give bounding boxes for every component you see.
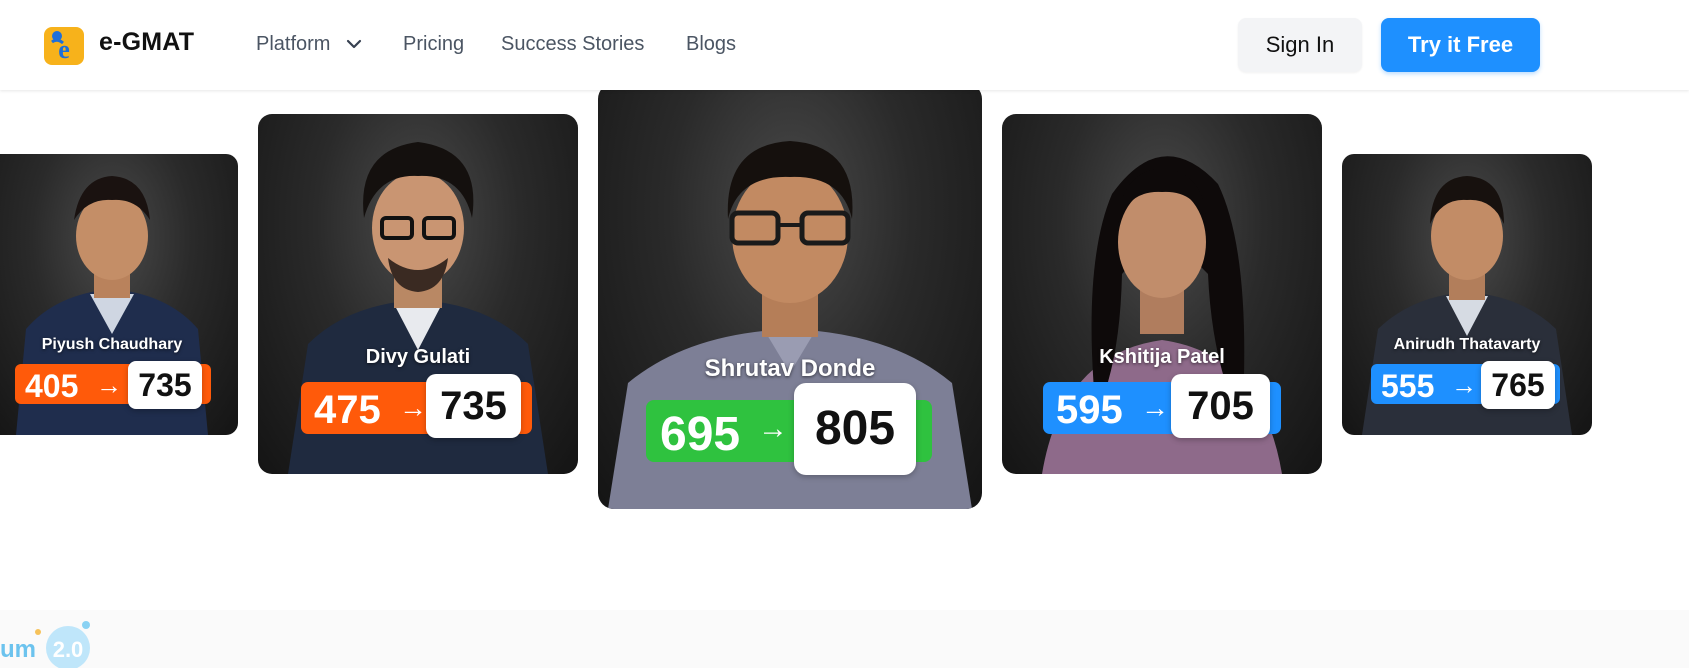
svg-text:e: e — [58, 35, 70, 64]
platform-version-logo: um 2.0 — [0, 621, 90, 668]
next-section — [0, 610, 1689, 668]
nav-success-stories[interactable]: Success Stories — [501, 33, 644, 56]
score-improvement: 475 → 735 — [301, 374, 532, 438]
nav-platform[interactable]: Platform — [256, 33, 330, 56]
chevron-down-icon[interactable] — [345, 38, 363, 50]
success-story-card[interactable]: Piyush Chaudhary 405 → 735 — [0, 154, 238, 435]
arrow-right-icon: → — [399, 392, 427, 423]
sign-in-button[interactable]: Sign In — [1238, 18, 1362, 72]
arrow-right-icon: → — [1451, 370, 1477, 400]
brand-name[interactable]: e-GMAT — [99, 28, 194, 57]
footer-logo-version: 2.0 — [53, 637, 84, 662]
score-after: 735 — [128, 361, 202, 409]
nav-blogs[interactable]: Blogs — [686, 33, 736, 56]
success-story-card[interactable]: Kshitija Patel 595 → 705 — [1002, 114, 1322, 474]
score-after: 805 — [794, 383, 916, 475]
arrow-right-icon: → — [758, 412, 788, 445]
success-story-card[interactable]: Shrutav Donde 695 → 805 — [598, 83, 982, 509]
score-after: 705 — [1171, 374, 1270, 438]
score-before: 595 — [1056, 388, 1123, 432]
student-name: Anirudh Thatavarty — [1393, 336, 1541, 353]
score-before: 405 — [25, 368, 79, 404]
student-name: Kshitija Patel — [1099, 346, 1225, 368]
arrow-right-icon: → — [96, 370, 122, 400]
student-name: Shrutav Donde — [704, 355, 876, 382]
e-gmat-logo-icon[interactable]: e — [43, 25, 85, 67]
student-name: Divy Gulati — [365, 346, 471, 368]
footer-logo-text: um — [0, 636, 36, 663]
site-header: e e-GMAT Platform Pricing Success Storie… — [0, 0, 1689, 90]
arrow-right-icon: → — [1141, 392, 1169, 423]
success-story-card[interactable]: Divy Gulati 475 → 735 — [258, 114, 578, 474]
score-improvement: 405 → 735 — [15, 361, 211, 409]
success-story-card[interactable]: Anirudh Thatavarty 555 → 765 — [1342, 154, 1592, 435]
score-before: 695 — [660, 408, 741, 461]
score-improvement: 695 → 805 — [646, 383, 932, 475]
score-after: 735 — [426, 374, 521, 438]
nav-pricing[interactable]: Pricing — [403, 33, 464, 56]
score-improvement: 595 → 705 — [1043, 374, 1281, 438]
try-it-free-button[interactable]: Try it Free — [1381, 18, 1540, 72]
score-improvement: 555 → 765 — [1371, 361, 1560, 409]
student-name: Piyush Chaudhary — [41, 336, 183, 353]
score-before: 555 — [1381, 368, 1435, 404]
score-before: 475 — [314, 388, 381, 432]
score-after: 765 — [1481, 361, 1555, 409]
